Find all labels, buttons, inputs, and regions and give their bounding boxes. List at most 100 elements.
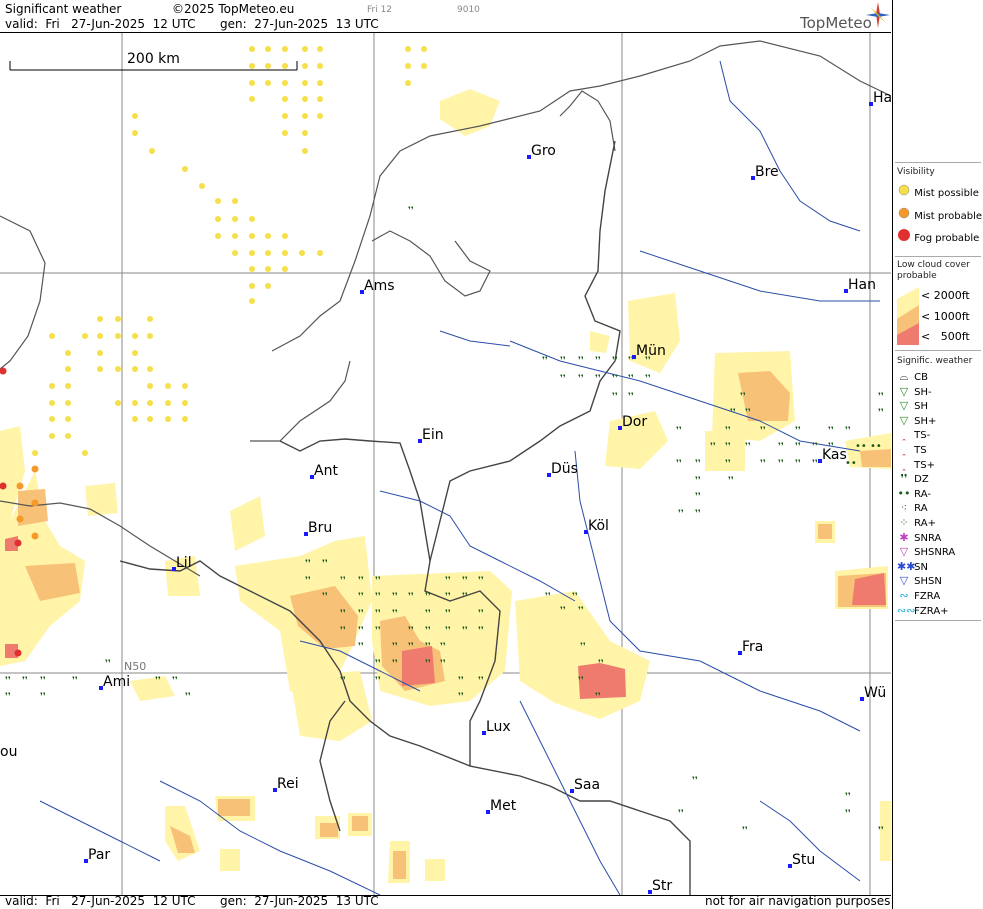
legend-sigwx-label: TS+ [911, 459, 936, 471]
svg-text:❜❜: ❜❜ [408, 206, 414, 216]
svg-text:❜❜: ❜❜ [878, 826, 884, 836]
svg-text:❜❜: ❜❜ [578, 374, 584, 384]
footer-gen-time: gen: 27-Jun-2025 13 UTC [220, 894, 379, 908]
sigwx-title: Signific. weather [897, 356, 973, 366]
svg-text:❜❜: ❜❜ [105, 659, 111, 669]
svg-text:❜❜: ❜❜ [795, 426, 801, 436]
svg-text:❜❜: ❜❜ [760, 459, 766, 469]
legend-sigwx-label: TS [911, 445, 927, 456]
svg-text:❜❜: ❜❜ [445, 609, 451, 619]
valid-time: valid: Fri 27-Jun-2025 12 UTC [5, 17, 196, 31]
low-cloud-1000: < 1000ft [921, 310, 970, 323]
city-marker: Bru [304, 520, 332, 536]
svg-text:❜❜: ❜❜ [462, 592, 468, 602]
svg-text:❜❜: ❜❜ [40, 676, 46, 686]
legend-sigwx-ts-minusplus: ꞈ TS+ [897, 458, 936, 472]
svg-text:❜❜: ❜❜ [458, 676, 464, 686]
svg-text:❜❜: ❜❜ [695, 492, 701, 502]
rain-icon: ⁖ [900, 501, 908, 515]
svg-text:❜❜: ❜❜ [478, 676, 484, 686]
svg-text:❜❜: ❜❜ [845, 809, 851, 819]
legend-sigwx-sh-minus: ▽ SH- [897, 385, 932, 399]
legend-sigwx-label: SH- [911, 386, 932, 398]
legend-sigwx-sh: ▽ SH [897, 400, 928, 413]
svg-text:❜❜: ❜❜ [375, 576, 381, 586]
legend-sigwx-label: RA+ [911, 518, 936, 529]
city-marker: Rei [273, 776, 299, 792]
svg-text:❜❜: ❜❜ [340, 626, 346, 636]
rain-light-icon: •• [897, 486, 911, 500]
legend-mist-probable: Mist probable [897, 207, 982, 223]
svg-text:❜❜: ❜❜ [478, 609, 484, 619]
svg-text:❜❜: ❜❜ [5, 676, 11, 686]
map-layers: ❜❜ ❜❜ ❜❜ ❜❜ ❜❜ ❜❜ ❜❜ ❜❜ ❜❜ ❜❜ ❜❜ ❜❜ ❜❜ ❜❜ ❜❜ ❜❜ ❜❜ ❜❜ … [0, 33, 891, 895]
legend-sigwx-label: SHSNRA [911, 547, 956, 559]
svg-text:❜❜: ❜❜ [322, 592, 328, 602]
legend-mist-possible: Mist possible [897, 184, 979, 200]
weather-map: ❜❜ ❜❜ ❜❜ ❜❜ ❜❜ ❜❜ ❜❜ ❜❜ ❜❜ ❜❜ ❜❜ ❜❜ ❜❜ ❜❜ ❜❜ ❜❜ ❜❜ ❜❜ … [0, 32, 891, 896]
legend-panel: Visibility Mist possible Mist probable F… [892, 0, 983, 909]
thunder-icon: ꞈ [902, 443, 906, 456]
city-marker: Ein [418, 427, 444, 443]
svg-text:❜❜: ❜❜ [742, 826, 748, 836]
svg-text:❜❜: ❜❜ [425, 659, 431, 669]
city-marker: Ha [869, 90, 891, 106]
legend-sigwx-label: TS- [911, 430, 931, 442]
svg-text:❜❜: ❜❜ [22, 676, 28, 686]
legend-sigwx-label: SH+ [911, 415, 937, 427]
city-marker: Kas [818, 447, 847, 463]
svg-text:❜❜: ❜❜ [445, 626, 451, 636]
city-marker: Ami [99, 674, 130, 690]
svg-text:❜❜: ❜❜ [578, 606, 584, 616]
legend-sigwx-ra-minus: •• RA- [897, 486, 931, 501]
svg-text:❜❜: ❜❜ [580, 642, 586, 652]
legend-sigwx-label: RA [911, 503, 928, 515]
svg-text:❜❜: ❜❜ [778, 459, 784, 469]
compass-logo-icon [866, 2, 890, 28]
svg-text:❜❜: ❜❜ [578, 676, 584, 686]
svg-text:❜❜: ❜❜ [322, 559, 328, 569]
low-cloud-500: < 500ft [921, 330, 970, 343]
low-cloud-title: Low cloud cover probable [897, 260, 970, 281]
svg-text:❜❜: ❜❜ [612, 392, 618, 402]
svg-text:❜❜: ❜❜ [678, 509, 684, 519]
svg-text:❜❜: ❜❜ [745, 408, 751, 418]
legend-sigwx-label: RA- [911, 488, 931, 500]
svg-text:❜❜: ❜❜ [340, 609, 346, 619]
city-marker: Düs [547, 461, 578, 477]
legend-sigwx-label: SH [911, 401, 929, 413]
snow-shower-icon: ▽ [899, 574, 909, 588]
city-marker: Par [84, 847, 110, 863]
lat-lon-grid [0, 33, 891, 895]
city-marker: Bre [751, 164, 779, 180]
svg-text:❜❜: ❜❜ [375, 609, 381, 619]
svg-text:❜❜: ❜❜ [340, 676, 346, 686]
svg-text:❜❜: ❜❜ [676, 426, 682, 436]
svg-text:❜❜: ❜❜ [375, 592, 381, 602]
svg-text:❜❜: ❜❜ [340, 576, 346, 586]
svg-text:❜❜: ❜❜ [692, 776, 698, 786]
svg-text:❜❜: ❜❜ [676, 459, 682, 469]
legend-sigwx-cb: ⌓ CB [897, 371, 928, 384]
legend-sigwx-label: DZ [911, 474, 929, 486]
svg-text:❜❜: ❜❜ [478, 626, 484, 636]
svg-text:❜❜: ❜❜ [730, 408, 736, 418]
svg-text:❜❜: ❜❜ [560, 356, 566, 366]
thunder-light-icon: ꞈ [902, 428, 906, 442]
svg-text:❜❜: ❜❜ [678, 809, 684, 819]
svg-text:❜❜: ❜❜ [628, 392, 634, 402]
svg-text:❜❜: ❜❜ [392, 609, 398, 619]
logo-text: TopMeteo [800, 14, 872, 32]
svg-text:❜❜: ❜❜ [462, 626, 468, 636]
svg-text:••: •• [870, 441, 882, 452]
city-marker: Stu [788, 852, 815, 868]
copyright: ©2025 TopMeteo.eu [172, 2, 295, 16]
visibility-title: Visibility [897, 167, 935, 177]
snow-rain-shower-icon: ▽ [899, 545, 909, 559]
svg-text:❜❜: ❜❜ [595, 692, 601, 702]
legend-sigwx-shsn: ▽ SHSN [897, 575, 942, 588]
svg-text:❜❜: ❜❜ [425, 626, 431, 636]
svg-text:❜❜: ❜❜ [425, 642, 431, 652]
svg-text:❜❜: ❜❜ [612, 374, 618, 384]
header-small-code: 9010 [457, 5, 480, 15]
